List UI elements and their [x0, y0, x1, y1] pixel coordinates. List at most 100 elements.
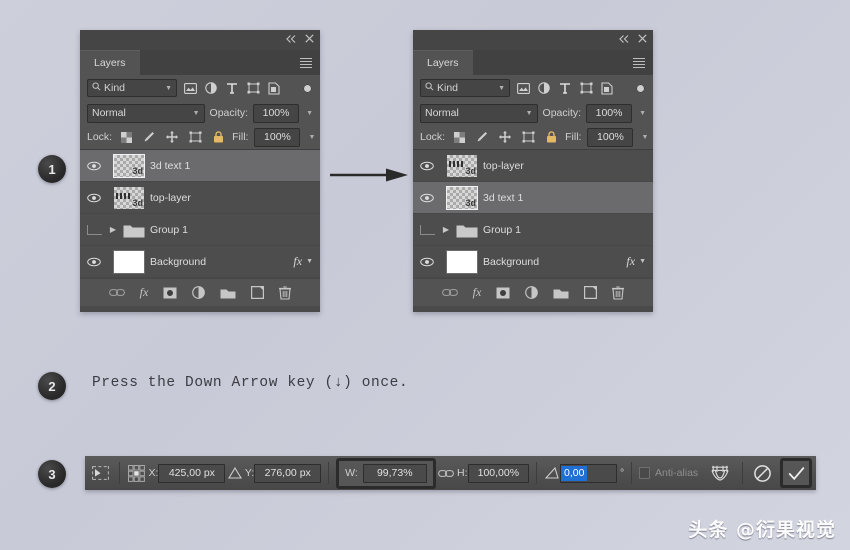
collapse-panel-icon[interactable] [619, 34, 629, 46]
layer-fx-badge[interactable]: fx [293, 254, 302, 269]
lock-artboard-icon[interactable] [187, 130, 203, 145]
close-icon[interactable] [305, 34, 314, 46]
table-row[interactable]: 3d top-layer [413, 150, 653, 182]
add-fx-icon[interactable]: fx [473, 285, 482, 300]
new-adjustment-layer-icon[interactable] [192, 286, 206, 299]
layer-fx-badge[interactable]: fx [626, 254, 635, 269]
collapse-panel-icon[interactable] [286, 34, 296, 46]
table-row[interactable]: Background fx ▼ [80, 246, 320, 278]
new-adjustment-layer-icon[interactable] [525, 286, 539, 299]
free-transform-tool-icon[interactable] [89, 466, 112, 480]
opacity-stepper-icon[interactable]: ▼ [304, 110, 313, 117]
w-input[interactable]: 99,73% [362, 463, 427, 483]
panel-menu-icon[interactable] [300, 57, 312, 68]
adjustment-filter-icon[interactable] [536, 81, 552, 96]
type-filter-icon[interactable] [224, 81, 240, 96]
layer-visibility-toggle[interactable] [413, 193, 441, 203]
adjustment-filter-icon[interactable] [203, 81, 219, 96]
lock-artboard-icon[interactable] [520, 130, 536, 145]
fill-input[interactable]: 100% [587, 127, 634, 147]
new-group-icon[interactable] [220, 287, 236, 299]
angle-input[interactable]: 0,00 [560, 463, 618, 483]
delete-layer-icon[interactable] [279, 285, 292, 300]
layers-list-after: 3d top-layer 3d 3d text 1 ▶ Group 1 Back… [413, 149, 653, 278]
filter-kind-dropdown[interactable]: Kind ▼ [87, 79, 177, 97]
new-layer-icon[interactable] [584, 286, 598, 299]
h-input[interactable]: 100,00% [467, 463, 530, 483]
lock-image-pixels-icon[interactable] [474, 130, 490, 145]
lock-all-icon[interactable] [210, 130, 226, 145]
lock-image-pixels-icon[interactable] [141, 130, 157, 145]
layer-visibility-toggle[interactable] [413, 224, 441, 235]
panel-menu-icon[interactable] [633, 57, 645, 68]
smart-object-filter-icon[interactable] [266, 81, 282, 96]
layer-visibility-toggle[interactable] [80, 193, 108, 203]
link-layers-icon[interactable] [441, 288, 458, 297]
rotate-angle-icon [544, 467, 560, 479]
table-row[interactable]: Background fx ▼ [413, 246, 653, 278]
table-row[interactable]: ▶ Group 1 [80, 214, 320, 246]
tab-layers[interactable]: Layers [413, 50, 473, 75]
cancel-transform-icon[interactable] [749, 464, 776, 482]
fill-stepper-icon[interactable]: ▼ [639, 134, 648, 141]
blend-mode-dropdown[interactable]: Normal ▼ [87, 103, 205, 123]
fill-stepper-icon[interactable]: ▼ [306, 134, 315, 141]
fill-label: Fill: [232, 131, 249, 143]
layer-visibility-toggle[interactable] [413, 257, 441, 267]
fill-input[interactable]: 100% [254, 127, 301, 147]
shape-filter-icon[interactable] [245, 81, 261, 96]
table-row[interactable]: ▶ Group 1 [413, 214, 653, 246]
lock-transparent-pixels-icon[interactable] [118, 130, 134, 145]
smart-object-filter-icon[interactable] [599, 81, 615, 96]
type-filter-icon[interactable] [557, 81, 573, 96]
add-mask-icon[interactable] [496, 287, 510, 299]
chevron-right-icon[interactable]: ▶ [108, 225, 118, 234]
add-mask-icon[interactable] [163, 287, 177, 299]
h-label: H: [457, 467, 468, 479]
layer-visibility-toggle[interactable] [80, 161, 108, 171]
chevron-down-icon[interactable]: ▼ [306, 258, 313, 265]
table-row[interactable]: 3d 3d text 1 [413, 182, 653, 214]
commit-transform-icon[interactable] [784, 462, 808, 484]
filter-kind-dropdown[interactable]: Kind ▼ [420, 79, 510, 97]
close-icon[interactable] [638, 34, 647, 46]
reference-point-grid-icon[interactable] [127, 464, 147, 482]
image-filter-icon[interactable] [515, 81, 531, 96]
lock-all-icon[interactable] [543, 130, 559, 145]
table-row[interactable]: 3d top-layer [80, 182, 320, 214]
x-input[interactable]: 425,00 px [158, 463, 226, 483]
layer-visibility-toggle[interactable] [413, 161, 441, 171]
lock-position-icon[interactable] [497, 130, 513, 145]
panel-titlebar-before [80, 30, 320, 50]
layer-visibility-toggle[interactable] [80, 224, 108, 235]
layers-panel-after: Layers Kind ▼ Normal ▼ Opacity: 100% ▼ L… [413, 30, 653, 312]
blend-mode-dropdown[interactable]: Normal ▼ [420, 103, 538, 123]
opacity-input[interactable]: 100% [586, 103, 633, 123]
new-group-icon[interactable] [553, 287, 569, 299]
link-layers-icon[interactable] [108, 288, 125, 297]
anti-alias-checkbox[interactable] [639, 467, 650, 479]
add-fx-icon[interactable]: fx [140, 285, 149, 300]
relative-position-icon[interactable] [225, 467, 245, 479]
opacity-stepper-icon[interactable]: ▼ [637, 110, 646, 117]
tab-layers[interactable]: Layers [80, 50, 140, 75]
layer-thumbnail [441, 249, 483, 274]
delete-layer-icon[interactable] [612, 285, 625, 300]
lock-transparent-pixels-icon[interactable] [451, 130, 467, 145]
filter-enable-toggle[interactable] [303, 83, 312, 93]
new-layer-icon[interactable] [251, 286, 265, 299]
lock-position-icon[interactable] [164, 130, 180, 145]
layer-visibility-toggle[interactable] [80, 257, 108, 267]
layers-panel-footer-before: fx [80, 278, 320, 306]
table-row[interactable]: 3d 3d text 1 [80, 150, 320, 182]
chevron-right-icon[interactable]: ▶ [441, 225, 451, 234]
commit-transform-highlight [780, 458, 813, 488]
warp-mode-icon[interactable] [706, 464, 734, 482]
maintain-aspect-ratio-icon[interactable] [436, 469, 457, 478]
filter-enable-toggle[interactable] [636, 83, 645, 93]
shape-filter-icon[interactable] [578, 81, 594, 96]
image-filter-icon[interactable] [182, 81, 198, 96]
chevron-down-icon[interactable]: ▼ [639, 258, 646, 265]
y-input[interactable]: 276,00 px [254, 463, 322, 483]
opacity-input[interactable]: 100% [253, 103, 300, 123]
